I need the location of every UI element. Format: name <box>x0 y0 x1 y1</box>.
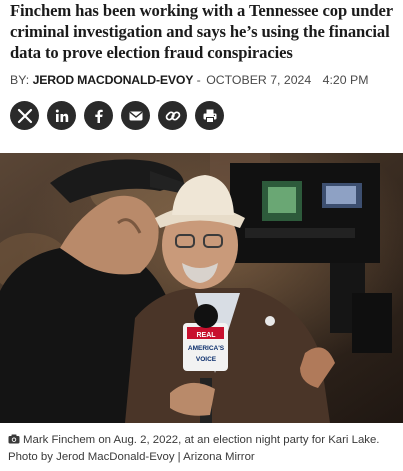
article-headline: Finchem has been working with a Tennesse… <box>10 1 393 62</box>
author-link[interactable]: JEROD MACDONALD-EVOY <box>33 73 194 87</box>
mic-flag-line-1: REAL <box>196 332 216 339</box>
byline-prefix: BY: <box>10 73 30 87</box>
camera-icon <box>8 433 20 449</box>
article-byline: BY: JEROD MACDONALD-EVOY - OCTOBER 7, 20… <box>10 73 398 87</box>
link-icon <box>165 110 180 121</box>
mic-flag-line-3: VOICE <box>196 356 217 363</box>
share-buttons <box>10 101 224 130</box>
share-facebook-button[interactable] <box>84 101 113 130</box>
share-copy-link-button[interactable] <box>158 101 187 130</box>
publish-time: 4:20 PM <box>322 73 369 87</box>
article-photo: REAL AMERICA'S VOICE <box>0 153 403 423</box>
envelope-icon <box>129 111 142 120</box>
photo-caption: Mark Finchem on Aug. 2, 2022, at an elec… <box>8 432 398 465</box>
share-x-button[interactable] <box>10 101 39 130</box>
share-linkedin-button[interactable] <box>47 101 76 130</box>
printer-icon <box>203 109 216 123</box>
share-print-button[interactable] <box>195 101 224 130</box>
caption-text: Mark Finchem on Aug. 2, 2022, at an elec… <box>8 434 380 463</box>
publish-date: OCTOBER 7, 2024 <box>206 73 312 87</box>
linkedin-icon <box>55 109 68 122</box>
facebook-icon <box>94 109 103 123</box>
x-logo-icon <box>17 108 32 123</box>
share-email-button[interactable] <box>121 101 150 130</box>
byline-separator: - <box>196 73 201 87</box>
mic-flag-line-2: AMERICA'S <box>188 345 225 352</box>
photo-illustration: REAL AMERICA'S VOICE <box>0 153 403 423</box>
